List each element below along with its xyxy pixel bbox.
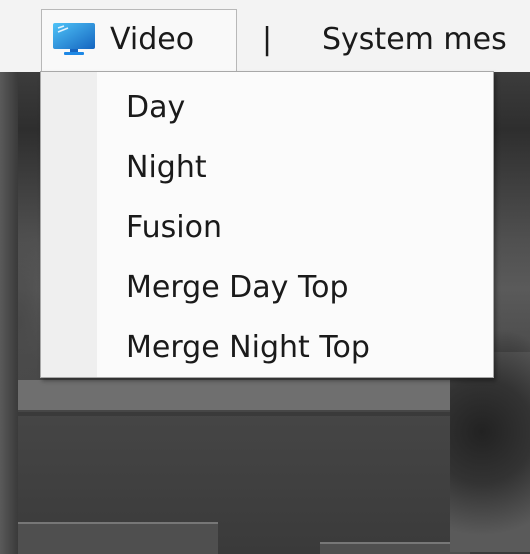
menu-item-merge-night-top[interactable]: Merge Night Top bbox=[41, 318, 493, 378]
menu-item-merge-day-top[interactable]: Merge Day Top bbox=[41, 258, 493, 318]
video-scene-ledge bbox=[18, 412, 458, 416]
video-scene-wall bbox=[18, 380, 458, 410]
dropdown-item-list: Day Night Fusion Merge Day Top Merge Nig… bbox=[41, 78, 493, 378]
video-scene-foliage bbox=[450, 352, 530, 552]
menu-separator: | bbox=[262, 22, 273, 57]
video-dropdown-menu: Day Night Fusion Merge Day Top Merge Nig… bbox=[40, 71, 494, 378]
app-window: Video | System mes Day Night Fusion Merg… bbox=[0, 0, 530, 554]
video-scene-block bbox=[18, 522, 218, 554]
menu-item-night[interactable]: Night bbox=[41, 138, 493, 198]
video-scene-edge bbox=[0, 72, 18, 554]
monitor-icon bbox=[52, 22, 96, 56]
menu-video[interactable]: Video bbox=[41, 9, 237, 72]
menu-item-fusion[interactable]: Fusion bbox=[41, 198, 493, 258]
menu-system-messages[interactable]: System mes bbox=[322, 22, 530, 57]
video-scene-block bbox=[320, 542, 470, 554]
menu-item-day[interactable]: Day bbox=[41, 78, 493, 138]
menu-video-label: Video bbox=[110, 21, 195, 57]
menu-bar: Video | System mes bbox=[0, 0, 530, 72]
